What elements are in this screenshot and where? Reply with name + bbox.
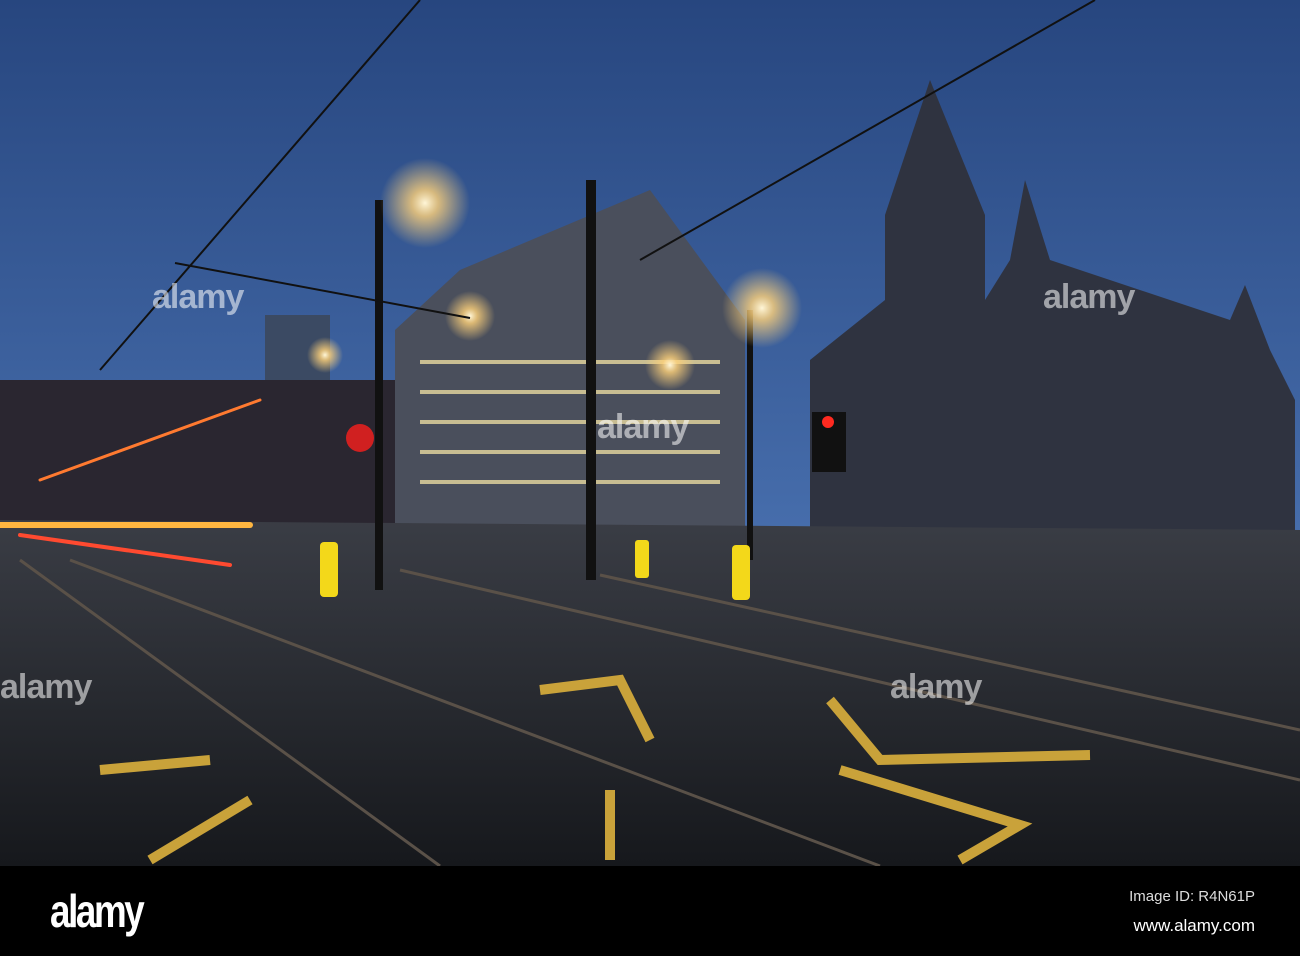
- footer-bar: alamy Image ID: R4N61P www.alamy.com: [0, 866, 1300, 956]
- stock-photo-page: alamy alamy alamy alamy alamy alamy Imag…: [0, 0, 1300, 956]
- no-entry-sign: [346, 424, 374, 452]
- watermark: alamy: [597, 408, 689, 446]
- watermark: alamy: [890, 668, 982, 706]
- image-id: Image ID: R4N61P: [1129, 888, 1255, 905]
- watermark: alamy: [0, 668, 92, 706]
- watermark: alamy: [152, 278, 244, 316]
- site-url: www.alamy.com: [1133, 916, 1255, 935]
- watermark: alamy: [1043, 278, 1135, 316]
- alamy-logo: alamy: [50, 885, 145, 937]
- left-buildings: [0, 380, 400, 530]
- wet-road: [0, 520, 1300, 866]
